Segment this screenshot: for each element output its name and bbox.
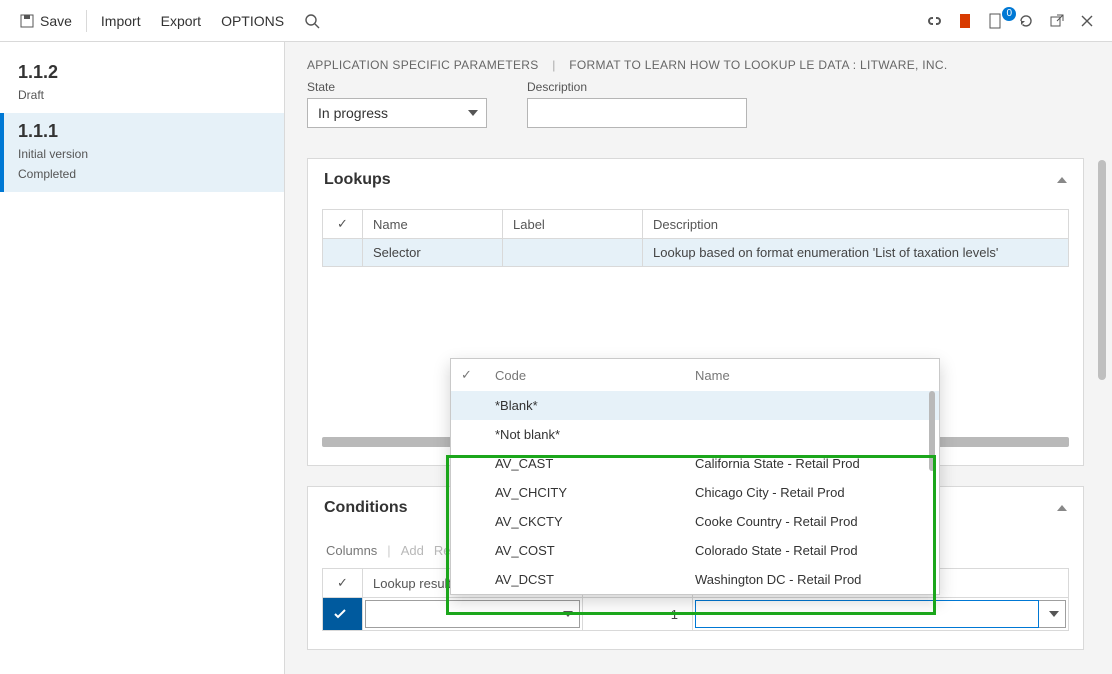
description-label: Description [527,80,747,94]
line-value: 1 [583,598,693,631]
popout-icon [1050,14,1064,28]
export-button[interactable]: Export [151,0,211,41]
columns-button[interactable]: Columns [326,543,377,558]
office-icon [958,13,972,29]
state-select[interactable]: In progress [307,98,487,128]
search-icon [304,13,320,29]
code-dropdown: ✓ Code Name *Blank* *Not blank* AV_CASTC… [450,358,940,595]
version-number: 1.1.2 [18,62,266,83]
dd-row[interactable]: AV_COSTColorado State - Retail Prod [451,536,939,565]
breadcrumb-b: FORMAT TO LEARN HOW TO LOOKUP LE DATA : … [569,58,947,72]
check-icon [333,607,352,621]
header-fields: State In progress Description [307,80,1090,128]
office-button[interactable] [950,13,980,29]
search-button[interactable] [294,0,330,41]
save-icon [20,14,34,28]
add-button[interactable]: Add [401,543,424,558]
col-check[interactable]: ✓ [323,569,363,598]
chevron-down-icon [1049,611,1059,617]
toolbar-right: 0 [918,13,1102,29]
attach-button[interactable] [918,15,950,27]
version-status: Initial version [18,146,266,162]
col-label[interactable]: Label [503,210,643,239]
version-list: 1.1.2 Draft 1.1.1 Initial version Comple… [0,42,285,674]
chevron-up-icon [1057,505,1067,511]
version-number: 1.1.1 [18,121,266,142]
lookups-title: Lookups [324,171,391,189]
dd-row[interactable]: *Not blank* [451,420,939,449]
save-label: Save [40,13,72,29]
vertical-scrollbar[interactable] [1098,160,1106,380]
lookups-header[interactable]: Lookups [308,159,1083,201]
state-field: State In progress [307,80,487,128]
version-item[interactable]: 1.1.2 Draft [0,54,284,113]
breadcrumb-sep: | [552,58,555,72]
version-status: Completed [18,166,266,182]
separator [86,10,87,32]
breadcrumb: APPLICATION SPECIFIC PARAMETERS | FORMAT… [307,58,1090,72]
import-button[interactable]: Import [91,0,151,41]
col-name[interactable]: Name [363,210,503,239]
dd-row[interactable]: AV_CHCITYChicago City - Retail Prod [451,478,939,507]
chevron-down-icon [563,611,573,617]
description-input[interactable] [527,98,747,128]
code-dropdown-toggle[interactable] [1039,600,1066,628]
chevron-up-icon [1057,177,1067,183]
conditions-title: Conditions [324,499,408,517]
version-item-selected[interactable]: 1.1.1 Initial version Completed [0,113,284,192]
save-button[interactable]: Save [10,0,82,41]
conditions-editrow[interactable]: 1 [323,598,1069,631]
breadcrumb-a: APPLICATION SPECIFIC PARAMETERS [307,58,539,72]
document-icon [988,13,1002,29]
version-status: Draft [18,87,266,103]
dd-row[interactable]: AV_DCSTWashington DC - Retail Prod [451,565,939,594]
toolbar: Save Import Export OPTIONS 0 [0,0,1112,42]
code-input[interactable] [695,600,1039,628]
dd-row[interactable]: AV_CKCTYCooke Country - Retail Prod [451,507,939,536]
state-value: In progress [318,105,388,121]
cell-label [503,239,643,267]
dd-col-code[interactable]: Code [485,359,685,391]
description-field: Description [527,80,747,128]
popout-button[interactable] [1042,14,1072,28]
lookups-grid: ✓ Name Label Description Selector Lookup… [322,209,1069,267]
cell-name: Selector [363,239,503,267]
link-icon [926,15,942,27]
state-label: State [307,80,487,94]
chevron-down-icon [468,110,478,116]
refresh-icon [1018,13,1034,29]
cell-desc: Lookup based on format enumeration 'List… [643,239,1069,267]
dd-row[interactable]: *Blank* [451,391,939,420]
lookups-row[interactable]: Selector Lookup based on format enumerat… [323,239,1069,267]
col-desc[interactable]: Description [643,210,1069,239]
dd-col-check[interactable]: ✓ [451,359,485,391]
col-check[interactable]: ✓ [323,210,363,239]
dd-row[interactable]: AV_CASTCalifornia State - Retail Prod [451,449,939,478]
close-button[interactable] [1072,14,1102,28]
dropdown-scrollbar[interactable] [929,391,935,471]
notification-badge: 0 [1002,7,1016,21]
options-button[interactable]: OPTIONS [211,0,294,41]
lookup-result-select[interactable] [365,600,580,628]
notifications-button[interactable]: 0 [980,13,1010,29]
dd-col-name[interactable]: Name [685,359,939,391]
close-icon [1080,14,1094,28]
